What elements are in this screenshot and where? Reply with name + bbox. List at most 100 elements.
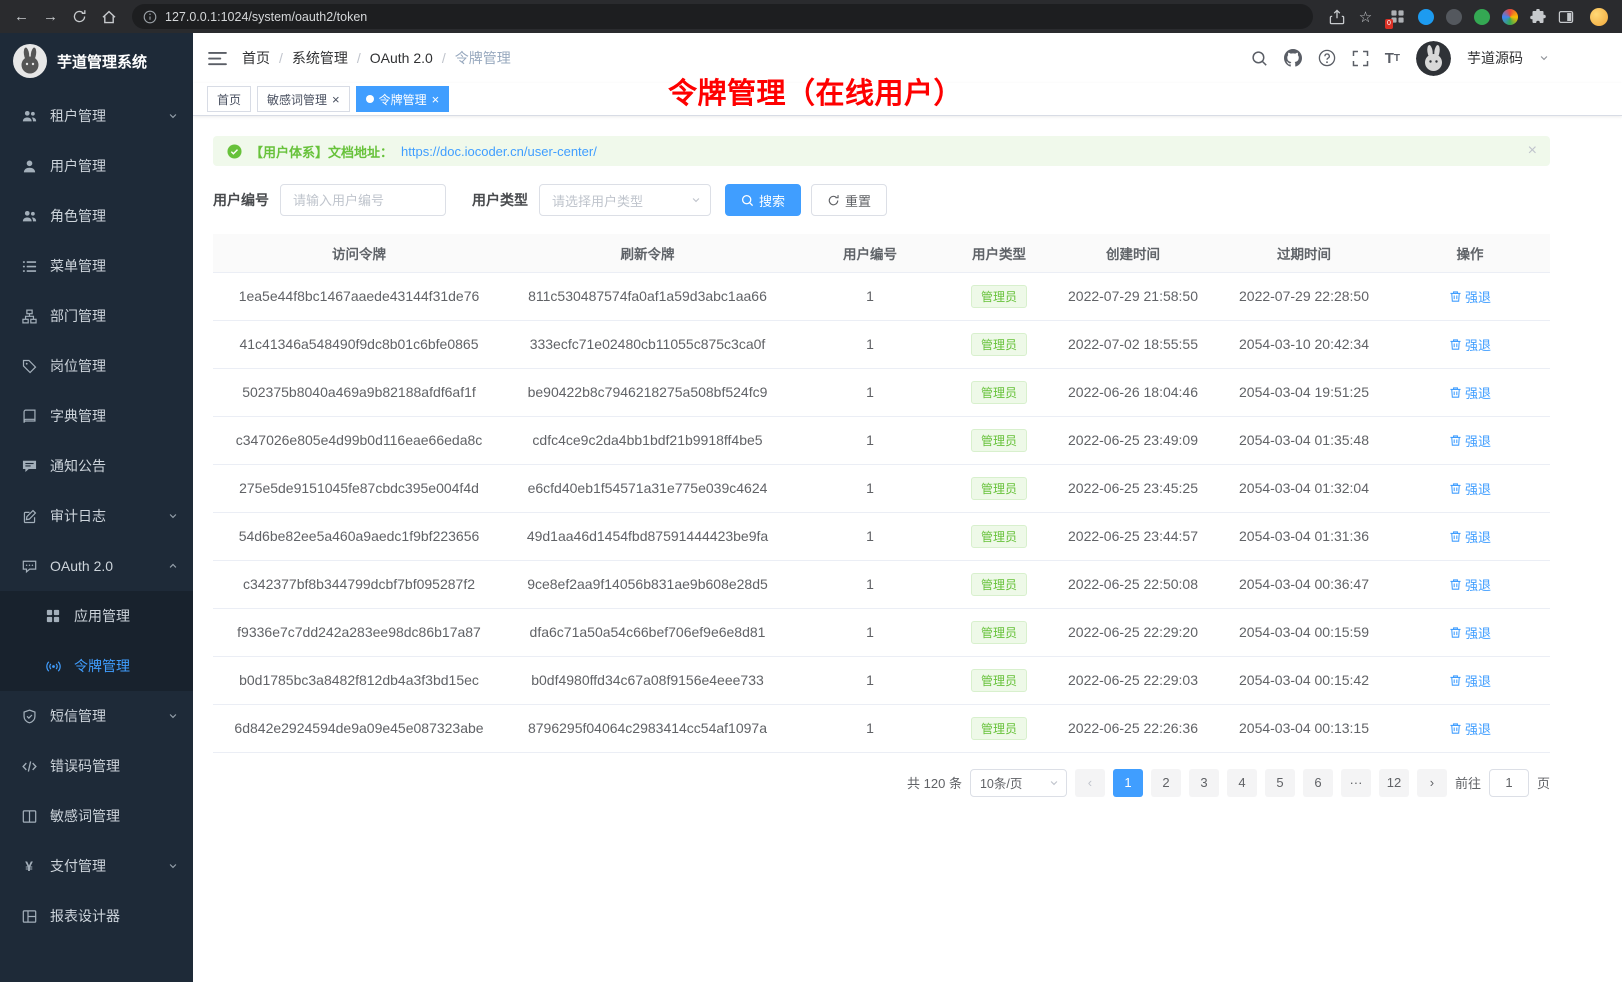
forward-icon[interactable]: → — [37, 3, 64, 30]
force-logout-button[interactable]: 强退 — [1449, 287, 1491, 306]
user-type-cell: 管理员 — [950, 464, 1048, 512]
page-size-select[interactable]: 10条/页 — [970, 769, 1067, 797]
force-logout-button[interactable]: 强退 — [1449, 527, 1491, 546]
side-panel-icon[interactable] — [1557, 8, 1574, 25]
tab-close-icon[interactable]: × — [432, 93, 440, 106]
sidebar-item-menu[interactable]: 菜单管理 — [0, 241, 193, 291]
alert-link[interactable]: https://doc.iocoder.cn/user-center/ — [401, 144, 597, 159]
github-icon[interactable] — [1284, 49, 1302, 67]
access-token-cell: c342377bf8b344799dcbf7bf095287f2 — [213, 560, 505, 608]
refresh-token-cell: 811c530487574fa0af1a59d3abc1aa66 — [505, 272, 790, 320]
page-button-12[interactable]: 12 — [1379, 769, 1409, 797]
user-avatar[interactable] — [1416, 41, 1451, 76]
sidebar-item-label: 字典管理 — [50, 406, 106, 426]
sidebar-item-post[interactable]: 岗位管理 — [0, 341, 193, 391]
site-info-icon[interactable] — [143, 10, 157, 24]
force-logout-button[interactable]: 强退 — [1449, 575, 1491, 594]
sidebar-item-oauth2-application[interactable]: 应用管理 — [0, 591, 193, 641]
reload-icon[interactable] — [66, 3, 93, 30]
total-count: 共 120 条 — [907, 773, 962, 792]
sidebar-item-tenant[interactable]: 租户管理 — [0, 91, 193, 141]
force-logout-button[interactable]: 强退 — [1449, 719, 1491, 738]
user-id-cell: 1 — [790, 272, 950, 320]
user-id-cell: 1 — [790, 560, 950, 608]
page-button-1[interactable]: 1 — [1113, 769, 1143, 797]
sidebar-item-dept[interactable]: 部门管理 — [0, 291, 193, 341]
extension-icon-3[interactable] — [1445, 8, 1462, 25]
force-logout-button[interactable]: 强退 — [1449, 671, 1491, 690]
chat-icon — [21, 559, 37, 574]
column-header: 过期时间 — [1218, 234, 1390, 272]
font-size-icon[interactable]: TT — [1385, 50, 1400, 67]
user-type-select[interactable]: 请选择用户类型 — [539, 184, 711, 216]
fullscreen-icon[interactable] — [1352, 50, 1369, 67]
page-list: 123456···12 — [1113, 769, 1409, 797]
create-time-cell: 2022-06-25 22:29:03 — [1048, 656, 1218, 704]
alert-close-icon[interactable]: × — [1528, 143, 1537, 159]
extension-icon-5[interactable] — [1501, 8, 1518, 25]
sidebar-item-sms[interactable]: 短信管理 — [0, 691, 193, 741]
access-token-cell: 275e5de9151045fe87cbdc395e004f4d — [213, 464, 505, 512]
address-bar[interactable]: 127.0.0.1:1024/system/oauth2/token — [132, 4, 1313, 29]
user-menu-caret-icon[interactable] — [1539, 53, 1549, 63]
app-logo[interactable]: 芋道管理系统 — [0, 33, 193, 89]
columns-icon — [21, 809, 37, 824]
column-header: 访问令牌 — [213, 234, 505, 272]
sidebar-item-notice[interactable]: 通知公告 — [0, 441, 193, 491]
breadcrumb-item[interactable]: OAuth 2.0 — [370, 50, 433, 66]
sidebar-item-oauth2-token[interactable]: 令牌管理 — [0, 641, 193, 691]
tab-close-icon[interactable]: × — [332, 93, 340, 106]
hamburger-icon[interactable] — [208, 51, 227, 66]
user-type-label: 用户类型 — [472, 190, 528, 210]
sidebar-item-sensitive-word[interactable]: 敏感词管理 — [0, 791, 193, 841]
extensions-puzzle-icon[interactable] — [1529, 8, 1546, 25]
page: ← → 127.0.0.1:1024/system/oauth2/token ☆… — [0, 0, 1622, 982]
pages-more-button[interactable]: ··· — [1341, 769, 1371, 797]
sidebar-item-oauth2[interactable]: OAuth 2.0 — [0, 541, 193, 591]
page-button-4[interactable]: 4 — [1227, 769, 1257, 797]
bookmark-star-icon[interactable]: ☆ — [1352, 3, 1379, 30]
sidebar-item-error-code[interactable]: 错误码管理 — [0, 741, 193, 791]
reset-button[interactable]: 重置 — [811, 184, 887, 216]
next-page-button[interactable]: › — [1417, 769, 1447, 797]
sidebar-item-user[interactable]: 用户管理 — [0, 141, 193, 191]
extension-icon-2[interactable] — [1417, 8, 1434, 25]
page-button-5[interactable]: 5 — [1265, 769, 1295, 797]
search-icon[interactable] — [1251, 50, 1268, 67]
force-logout-button[interactable]: 强退 — [1449, 335, 1491, 354]
page-button-6[interactable]: 6 — [1303, 769, 1333, 797]
sidebar-item-dict[interactable]: 字典管理 — [0, 391, 193, 441]
sidebar-item-pay[interactable]: ¥支付管理 — [0, 841, 193, 891]
force-logout-button[interactable]: 强退 — [1449, 479, 1491, 498]
page-button-3[interactable]: 3 — [1189, 769, 1219, 797]
share-icon[interactable] — [1323, 3, 1350, 30]
sidebar-item-audit-log[interactable]: 审计日志 — [0, 491, 193, 541]
back-icon[interactable]: ← — [8, 3, 35, 30]
tab-token[interactable]: 令牌管理× — [356, 86, 450, 112]
tab-home[interactable]: 首页 — [207, 86, 251, 112]
force-logout-button[interactable]: 强退 — [1449, 431, 1491, 450]
force-logout-button[interactable]: 强退 — [1449, 623, 1491, 642]
help-icon[interactable] — [1318, 49, 1336, 67]
sidebar-item-label: 审计日志 — [50, 506, 106, 526]
sidebar-item-report-designer[interactable]: 报表设计器 — [0, 891, 193, 941]
breadcrumb-item[interactable]: 首页 — [242, 48, 270, 68]
tab-sensitive-word[interactable]: 敏感词管理× — [257, 86, 350, 112]
username[interactable]: 芋道源码 — [1467, 48, 1523, 68]
create-time-cell: 2022-06-25 22:29:20 — [1048, 608, 1218, 656]
expire-time-cell: 2054-03-04 00:13:15 — [1218, 704, 1390, 752]
table-row: 502375b8040a469a9b82188afdf6af1fbe90422b… — [213, 368, 1550, 416]
search-button[interactable]: 搜索 — [725, 184, 801, 216]
user-id-input[interactable] — [280, 184, 446, 216]
extension-icon-1[interactable]: 0 — [1389, 8, 1406, 25]
browser-profile-avatar[interactable] — [1590, 8, 1608, 26]
prev-page-button[interactable]: ‹ — [1075, 769, 1105, 797]
home-icon[interactable] — [95, 3, 122, 30]
goto-page-input[interactable] — [1489, 769, 1529, 797]
force-logout-button[interactable]: 强退 — [1449, 383, 1491, 402]
goto-label: 前往 — [1455, 773, 1481, 792]
breadcrumb-item[interactable]: 系统管理 — [292, 48, 348, 68]
sidebar-item-role[interactable]: 角色管理 — [0, 191, 193, 241]
page-button-2[interactable]: 2 — [1151, 769, 1181, 797]
extension-icon-4[interactable] — [1473, 8, 1490, 25]
